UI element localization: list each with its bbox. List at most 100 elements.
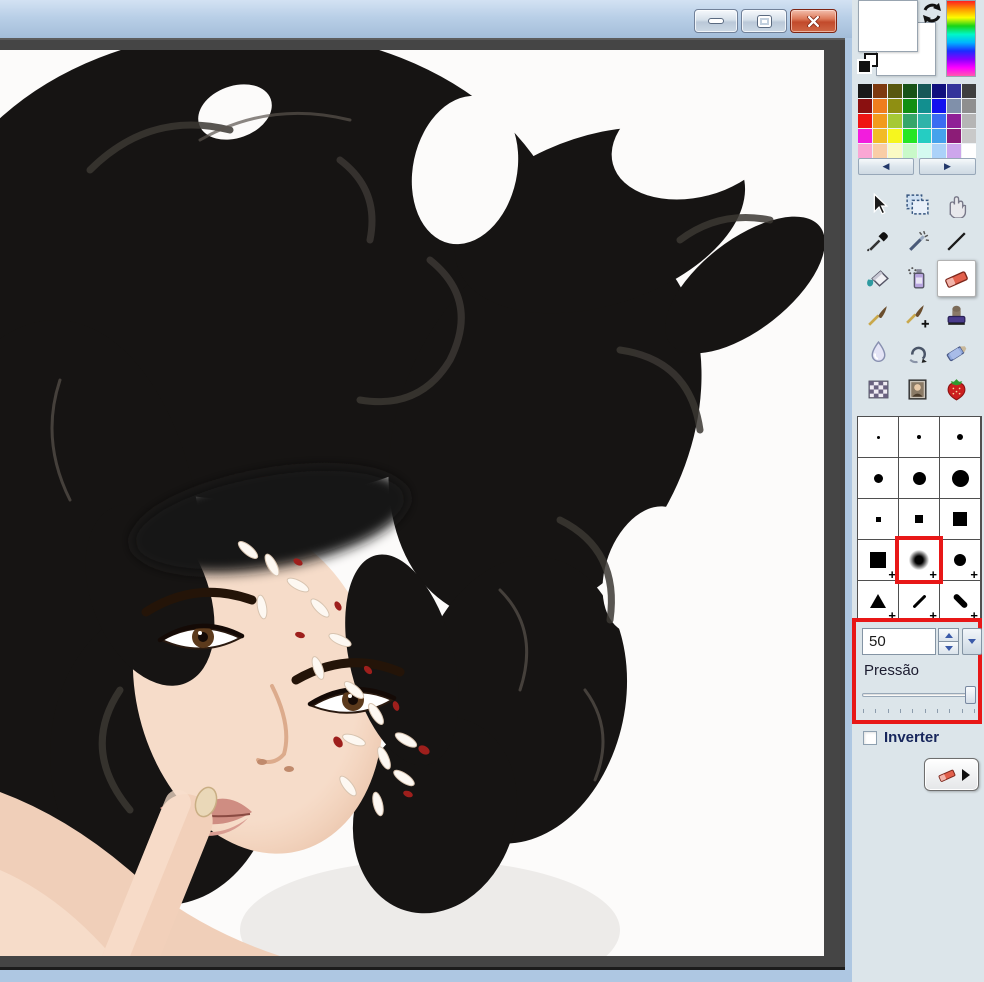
- palette-swatch[interactable]: [858, 84, 872, 98]
- brush-cell-dot[interactable]: [940, 417, 980, 457]
- slider-thumb[interactable]: [965, 686, 976, 704]
- palette-swatch[interactable]: [932, 84, 947, 98]
- eraser-mode-button[interactable]: [924, 758, 979, 791]
- brush-cell-dot[interactable]: [940, 458, 980, 498]
- palette-prev-button[interactable]: ◀: [858, 158, 914, 175]
- palette-swatch[interactable]: [932, 114, 947, 128]
- foreground-color-swatch[interactable]: [858, 0, 918, 52]
- canvas[interactable]: [0, 50, 824, 956]
- palette-swatch[interactable]: [902, 114, 917, 128]
- palette-swatch[interactable]: [872, 129, 887, 143]
- smudge-tool-button[interactable]: [898, 334, 937, 371]
- size-dropdown-button[interactable]: [962, 628, 982, 655]
- palette-swatch[interactable]: [887, 129, 902, 143]
- crayon-tool-button[interactable]: [937, 334, 976, 371]
- brush-cell-dot[interactable]: [858, 458, 898, 498]
- brush-cell-dot[interactable]: [858, 417, 898, 457]
- spin-down-button[interactable]: [938, 642, 959, 655]
- palette-swatch[interactable]: [872, 144, 887, 158]
- brush-plus-tool-button[interactable]: [898, 297, 937, 334]
- clone-image-tool-button[interactable]: [898, 371, 937, 408]
- palette-swatch[interactable]: [917, 84, 932, 98]
- palette-swatch[interactable]: [962, 99, 976, 113]
- brush-cell-square[interactable]: [899, 499, 939, 539]
- brush-cell-dot[interactable]: +: [940, 540, 980, 581]
- palette-swatch[interactable]: [858, 144, 872, 158]
- pattern-tool-button[interactable]: [859, 371, 898, 408]
- spin-up-button[interactable]: [938, 628, 959, 642]
- magic-wand-tool-button[interactable]: [898, 223, 937, 260]
- palette-swatch[interactable]: [887, 114, 902, 128]
- palette-swatch[interactable]: [902, 129, 917, 143]
- palette-swatch[interactable]: [932, 144, 947, 158]
- palette-swatch[interactable]: [858, 99, 872, 113]
- water-drop-tool-button[interactable]: [859, 334, 898, 371]
- triangle-brush-shape-icon: [870, 594, 886, 608]
- palette-swatch[interactable]: [858, 129, 872, 143]
- close-button[interactable]: [790, 9, 837, 33]
- palette-swatch[interactable]: [887, 144, 902, 158]
- brush-cell-dot[interactable]: [899, 417, 939, 457]
- palette-swatch[interactable]: [962, 114, 976, 128]
- titlebar[interactable]: [0, 0, 852, 38]
- brush-cell-soft-selected[interactable]: +: [899, 540, 939, 581]
- cursor-tool-button[interactable]: [859, 186, 898, 223]
- palette-swatch[interactable]: [932, 129, 947, 143]
- palette-swatch[interactable]: [902, 144, 917, 158]
- palette-swatch[interactable]: [887, 99, 902, 113]
- brush-cell-slash[interactable]: +: [899, 581, 939, 622]
- pressure-slider[interactable]: [862, 686, 976, 704]
- palette-swatch[interactable]: [887, 84, 902, 98]
- palette-swatch[interactable]: [962, 84, 976, 98]
- palette-swatch[interactable]: [917, 129, 932, 143]
- palette-swatch[interactable]: [872, 114, 887, 128]
- selection-tool-button[interactable]: [898, 186, 937, 223]
- palette-swatch[interactable]: [858, 114, 872, 128]
- palette-swatch[interactable]: [932, 99, 947, 113]
- minimize-button[interactable]: [694, 9, 738, 33]
- slider-track[interactable]: [862, 693, 976, 697]
- palette-swatch[interactable]: [902, 84, 917, 98]
- swap-colors-icon[interactable]: [920, 1, 944, 25]
- soft-brush-shape-icon: [909, 550, 929, 570]
- eyedropper-icon: [867, 232, 888, 252]
- palette-swatch[interactable]: [947, 84, 962, 98]
- tick-mark: [875, 709, 877, 713]
- palette-swatch[interactable]: [962, 129, 976, 143]
- brush-cell-triangle[interactable]: +: [858, 581, 898, 622]
- spray-tool-button[interactable]: [898, 260, 937, 297]
- default-colors-icon[interactable]: [856, 52, 880, 76]
- palette-swatch[interactable]: [962, 144, 976, 158]
- brush-cell-square[interactable]: +: [858, 540, 898, 581]
- fill-tool-button[interactable]: [859, 260, 898, 297]
- brush-size-input[interactable]: [862, 628, 936, 655]
- square-brush-shape-icon: [953, 512, 967, 526]
- palette-next-button[interactable]: ▶: [919, 158, 976, 175]
- brush-cell-square[interactable]: [940, 499, 980, 539]
- palette-swatch[interactable]: [902, 99, 917, 113]
- palette-swatch[interactable]: [947, 129, 962, 143]
- palette-swatch[interactable]: [947, 99, 962, 113]
- dot-brush-shape-icon: [954, 554, 966, 566]
- palette-swatch[interactable]: [947, 114, 962, 128]
- brush-tool-button[interactable]: [859, 297, 898, 334]
- palette-swatch[interactable]: [947, 144, 962, 158]
- brush-cell-backslash[interactable]: +: [940, 581, 980, 622]
- invert-checkbox[interactable]: [863, 730, 877, 745]
- brush-cell-dot[interactable]: [899, 458, 939, 498]
- pan-tool-button[interactable]: [937, 186, 976, 223]
- stamp-tool-button[interactable]: [937, 297, 976, 334]
- eraser-tool-button[interactable]: [937, 260, 976, 297]
- line-tool-button[interactable]: [937, 223, 976, 260]
- palette-swatch[interactable]: [917, 114, 932, 128]
- palette-swatch[interactable]: [917, 144, 932, 158]
- rainbow-color-bar[interactable]: [946, 0, 976, 77]
- brush-cell-square[interactable]: [858, 499, 898, 539]
- palette-swatch[interactable]: [872, 84, 887, 98]
- palette-swatch[interactable]: [872, 99, 887, 113]
- palette-swatch[interactable]: [917, 99, 932, 113]
- strawberry-tool-button[interactable]: [937, 371, 976, 408]
- dropdown-arrow-icon: [968, 639, 976, 644]
- restore-button[interactable]: [741, 9, 787, 33]
- eyedropper-tool-button[interactable]: [859, 223, 898, 260]
